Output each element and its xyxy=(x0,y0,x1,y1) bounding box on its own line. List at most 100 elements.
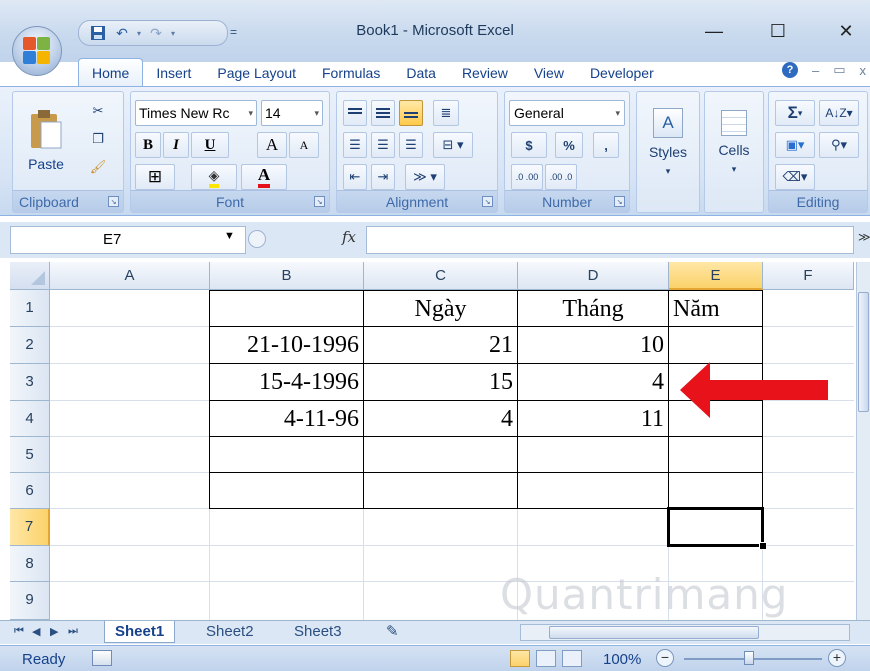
increase-decimal-button[interactable]: .0 .00 xyxy=(511,164,543,190)
sheet-tab-sheet1[interactable]: Sheet1 xyxy=(104,621,176,643)
last-sheet-icon[interactable]: ⏭ xyxy=(68,625,78,638)
zoom-slider-thumb[interactable] xyxy=(744,651,754,665)
increase-indent-button[interactable]: ⇥ xyxy=(371,164,395,190)
vertical-scroll-thumb[interactable] xyxy=(858,292,869,412)
cut-button[interactable]: ✂ xyxy=(85,98,111,124)
decrease-decimal-button[interactable]: .00 .0 xyxy=(545,164,577,190)
font-color-button[interactable]: A xyxy=(241,164,287,190)
horizontal-scroll-thumb[interactable] xyxy=(549,626,759,639)
workbook-close-button[interactable]: x xyxy=(860,63,867,78)
active-cell-e7[interactable] xyxy=(667,507,767,550)
formula-input[interactable] xyxy=(366,226,854,254)
row-header-4[interactable]: 4 xyxy=(10,401,50,437)
tab-review[interactable]: Review xyxy=(449,60,521,86)
cell-b2[interactable]: 21-10-1996 xyxy=(210,327,363,363)
cell-e1[interactable]: Năm xyxy=(669,291,762,327)
borders-button[interactable]: ⊞ xyxy=(135,164,175,190)
vertical-scrollbar[interactable] xyxy=(856,262,870,620)
name-box[interactable]: E7 xyxy=(10,226,246,254)
font-size-select[interactable]: 14 ▾ xyxy=(261,100,323,126)
italic-button[interactable]: I xyxy=(163,132,189,158)
zoom-level[interactable]: 100% xyxy=(603,651,641,668)
styles-button[interactable]: A Styles ▾ xyxy=(641,96,695,188)
row-header-9[interactable]: 9 xyxy=(10,582,50,620)
percent-button[interactable]: % xyxy=(555,132,583,158)
fill-color-button[interactable]: ◈ xyxy=(191,164,237,190)
autosum-button[interactable]: Σ ▾ xyxy=(775,100,815,126)
wrap-text-button[interactable]: ≫ ▾ xyxy=(405,164,445,190)
column-header-f[interactable]: F xyxy=(763,262,854,290)
cell-d1[interactable]: Tháng xyxy=(518,291,668,327)
row-header-7[interactable]: 7 xyxy=(10,509,50,546)
cells-button[interactable]: Cells ▾ xyxy=(709,96,759,188)
close-button[interactable]: ✕ xyxy=(826,16,866,46)
zoom-in-button[interactable]: + xyxy=(828,649,846,667)
expand-formula-bar-icon[interactable]: ≫ xyxy=(858,230,870,244)
row-header-1[interactable]: 1 xyxy=(10,290,50,327)
align-top-button[interactable] xyxy=(343,100,367,126)
column-header-e[interactable]: E xyxy=(669,262,763,290)
orientation-button[interactable]: ≣ xyxy=(433,100,459,126)
select-all-button[interactable] xyxy=(10,262,50,290)
row-header-3[interactable]: 3 xyxy=(10,364,50,401)
sort-filter-button[interactable]: A↓Z▾ xyxy=(819,100,859,126)
sheet-tab-sheet2[interactable]: Sheet2 xyxy=(196,621,264,643)
column-header-a[interactable]: A xyxy=(50,262,210,290)
record-macro-icon[interactable] xyxy=(92,650,112,666)
cell-d3[interactable]: 4 xyxy=(518,364,668,400)
normal-view-button[interactable] xyxy=(510,650,530,667)
tab-developer[interactable]: Developer xyxy=(577,60,667,86)
insert-function-button[interactable]: fx xyxy=(342,228,356,246)
font-name-select[interactable]: Times New Rc ▾ xyxy=(135,100,257,126)
tab-page-layout[interactable]: Page Layout xyxy=(204,60,309,86)
workbook-restore-button[interactable]: ▭ xyxy=(833,62,845,78)
formula-expand-circle-icon[interactable] xyxy=(248,230,266,248)
office-button[interactable] xyxy=(12,26,62,76)
column-header-d[interactable]: D xyxy=(518,262,669,290)
worksheet-grid[interactable]: A B C D E F 1 2 3 4 5 6 7 8 9 Ngày Tháng… xyxy=(10,262,854,620)
name-box-dropdown-icon[interactable]: ▼ xyxy=(224,230,235,242)
currency-button[interactable]: $ xyxy=(511,132,547,158)
cell-b3[interactable]: 15-4-1996 xyxy=(210,364,363,400)
tab-insert[interactable]: Insert xyxy=(143,60,204,86)
next-sheet-icon[interactable]: ▶ xyxy=(50,625,58,638)
format-painter-button[interactable]: 🖌 xyxy=(85,154,111,180)
copy-button[interactable]: ❐ xyxy=(85,126,111,152)
zoom-out-button[interactable]: − xyxy=(656,649,674,667)
number-format-select[interactable]: General ▾ xyxy=(509,100,625,126)
cell-d4[interactable]: 11 xyxy=(518,401,668,437)
cell-c4[interactable]: 4 xyxy=(364,401,517,437)
clear-button[interactable]: ⌫▾ xyxy=(775,164,815,190)
first-sheet-icon[interactable]: ⏮ xyxy=(14,625,24,638)
sheet-tab-sheet3[interactable]: Sheet3 xyxy=(284,621,352,643)
minimize-button[interactable]: — xyxy=(694,16,734,46)
comma-button[interactable]: , xyxy=(593,132,619,158)
merge-center-button[interactable]: ⊟ ▾ xyxy=(433,132,473,158)
font-launcher-icon[interactable]: ↘ xyxy=(314,196,325,207)
clipboard-launcher-icon[interactable]: ↘ xyxy=(108,196,119,207)
tab-data[interactable]: Data xyxy=(393,60,449,86)
underline-button[interactable]: U xyxy=(191,132,229,158)
cell-d2[interactable]: 10 xyxy=(518,327,668,363)
workbook-minimize-button[interactable]: – xyxy=(812,63,819,78)
align-left-button[interactable]: ☰ xyxy=(343,132,367,158)
alignment-launcher-icon[interactable]: ↘ xyxy=(482,196,493,207)
row-header-5[interactable]: 5 xyxy=(10,437,50,473)
number-launcher-icon[interactable]: ↘ xyxy=(614,196,625,207)
cell-c2[interactable]: 21 xyxy=(364,327,517,363)
insert-sheet-button[interactable]: ✎ xyxy=(376,621,409,643)
row-header-2[interactable]: 2 xyxy=(10,327,50,364)
horizontal-scrollbar[interactable] xyxy=(520,624,850,641)
grow-font-button[interactable]: A xyxy=(257,132,287,158)
row-header-8[interactable]: 8 xyxy=(10,546,50,582)
align-middle-button[interactable] xyxy=(371,100,395,126)
page-break-view-button[interactable] xyxy=(562,650,582,667)
cell-c3[interactable]: 15 xyxy=(364,364,517,400)
find-select-button[interactable]: ⚲▾ xyxy=(819,132,859,158)
paste-button[interactable]: Paste xyxy=(17,96,75,184)
decrease-indent-button[interactable]: ⇤ xyxy=(343,164,367,190)
align-right-button[interactable]: ☰ xyxy=(399,132,423,158)
align-bottom-button[interactable] xyxy=(399,100,423,126)
fill-button[interactable]: ▣▾ xyxy=(775,132,815,158)
column-header-b[interactable]: B xyxy=(210,262,364,290)
